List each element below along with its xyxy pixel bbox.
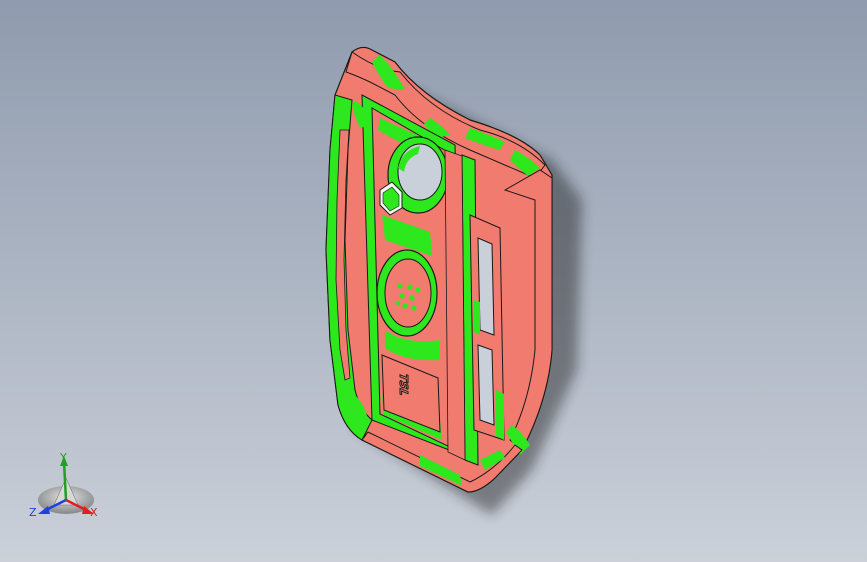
speaker-dot <box>409 295 415 301</box>
speaker-dot <box>407 284 413 290</box>
speaker-dot <box>402 303 408 309</box>
slot-upper[interactable] <box>477 237 495 336</box>
triad-z-label: Z <box>29 506 37 519</box>
speaker-dot <box>395 300 401 306</box>
speaker-dot <box>415 287 421 293</box>
speaker-dot <box>397 283 403 289</box>
speaker-dot <box>399 293 405 299</box>
speaker-dot <box>411 305 417 311</box>
green-patch-slot-1 <box>474 300 480 335</box>
slot-lower[interactable] <box>477 344 495 426</box>
graphics-viewport[interactable]: TSL Y X Z <box>0 0 867 562</box>
scene-canvas[interactable]: TSL Y X Z <box>0 0 867 562</box>
triad-y-label: Y <box>59 451 67 464</box>
speaker-grille[interactable] <box>376 249 438 337</box>
triad-x-label: X <box>90 506 98 519</box>
side-slots[interactable] <box>469 214 505 441</box>
right-channel-wall <box>444 149 466 461</box>
speaker-inner <box>384 258 432 328</box>
green-patch-slot-2 <box>496 390 504 440</box>
camera-hole-opening <box>397 143 443 201</box>
